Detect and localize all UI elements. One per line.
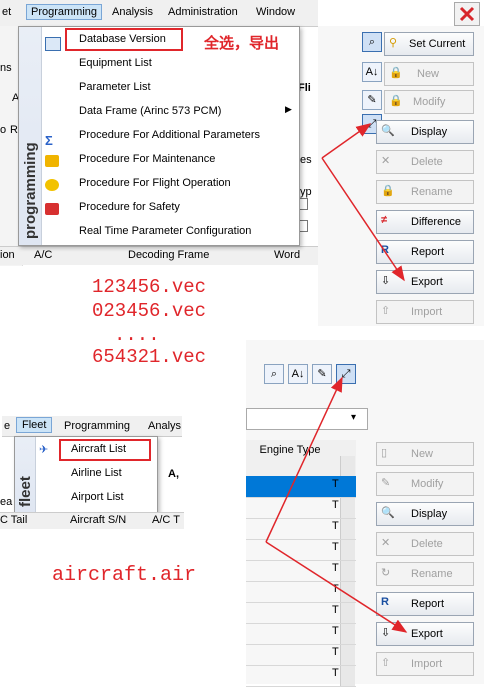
arrow-to-expand (265, 376, 343, 543)
annotation-arrows (265, 123, 408, 633)
arrow-to-expand (321, 123, 372, 159)
arrow-to-export (321, 157, 405, 282)
arrow-to-export (265, 541, 408, 633)
